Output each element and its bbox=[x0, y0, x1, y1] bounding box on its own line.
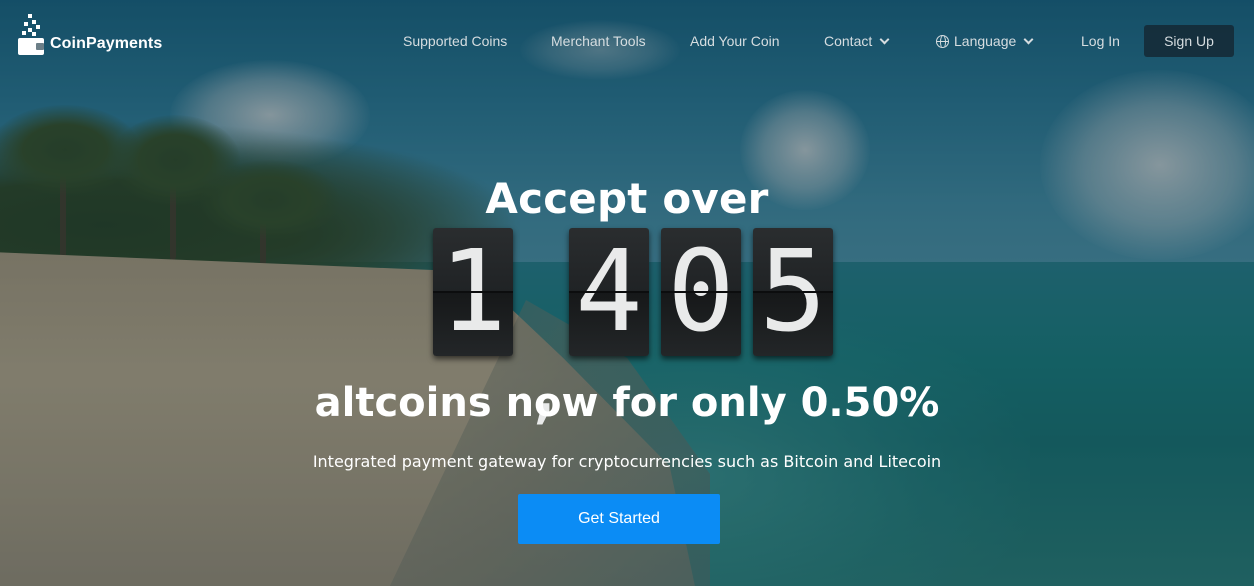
nav-merchant-tools[interactable]: Merchant Tools bbox=[551, 33, 646, 49]
nav-contact-dropdown[interactable]: Contact bbox=[824, 33, 890, 49]
brand-name: CoinPayments bbox=[50, 35, 163, 52]
hero-description: Integrated payment gateway for cryptocur… bbox=[312, 452, 942, 471]
site-header: CoinPayments Supported Coins Merchant To… bbox=[0, 0, 1254, 82]
globe-icon bbox=[936, 35, 949, 48]
counter-digit: 1 bbox=[433, 228, 513, 356]
login-link[interactable]: Log In bbox=[1081, 33, 1120, 49]
chevron-down-icon bbox=[879, 34, 890, 45]
signup-button[interactable]: Sign Up bbox=[1144, 25, 1234, 57]
get-started-button[interactable]: Get Started bbox=[518, 494, 720, 544]
hero-title: Accept over bbox=[485, 174, 769, 223]
nav-language-label: Language bbox=[954, 33, 1017, 49]
counter-digit: 5 bbox=[753, 228, 833, 356]
coin-counter: 1 , 4 0 5 bbox=[0, 228, 1254, 428]
nav-contact-label: Contact bbox=[824, 33, 873, 49]
nav-language-dropdown[interactable]: Language bbox=[936, 33, 1034, 49]
chevron-down-icon bbox=[1023, 34, 1034, 45]
nav-add-your-coin[interactable]: Add Your Coin bbox=[690, 33, 780, 49]
counter-digit: 4 bbox=[569, 228, 649, 356]
coinpayments-logo[interactable]: CoinPayments bbox=[18, 10, 168, 56]
hero-subtitle: altcoins now for only 0.50% bbox=[314, 380, 940, 426]
wallet-logo-icon bbox=[18, 12, 46, 56]
counter-digit: 0 bbox=[661, 228, 741, 356]
nav-supported-coins[interactable]: Supported Coins bbox=[403, 33, 507, 49]
